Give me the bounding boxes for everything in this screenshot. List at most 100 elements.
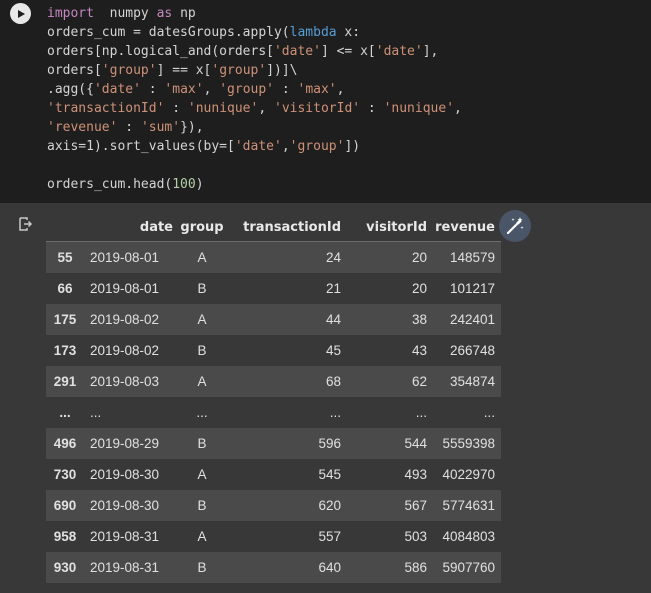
code-line: 'transactionId' : 'nunique', 'visitorId'…: [47, 99, 462, 118]
table-cell-tx: 545: [318, 467, 341, 482]
code-token: 'group': [219, 82, 275, 97]
column-header-date: date: [84, 213, 177, 242]
code-token: ])]\: [266, 63, 298, 78]
code-token: x:: [336, 25, 361, 40]
code-token: ,: [336, 82, 345, 97]
table-cell-group: B: [197, 560, 207, 575]
code-token: 'max': [297, 82, 337, 97]
code-token: 'visitorId': [274, 101, 361, 116]
table-cell-group: A: [197, 250, 207, 265]
column-header-transactionid: transactionId: [227, 213, 343, 242]
table-row: 66 2019-08-01 B 21 20 101217: [46, 273, 501, 304]
table-cell-tx: 44: [325, 312, 341, 327]
code-token: as: [156, 6, 173, 21]
code-token: 'revenue': [47, 120, 118, 135]
code-token: :: [360, 101, 384, 116]
code-token: ,: [281, 139, 290, 154]
table-cell-rev: 5559398: [442, 436, 495, 451]
code-token: 'group': [211, 63, 267, 78]
table-cell-tx: 557: [318, 529, 341, 544]
code-token: ): [195, 177, 204, 192]
code-token: lambda: [289, 25, 337, 40]
table-cell-rev: 5774631: [442, 498, 495, 513]
table-row: ..................: [46, 397, 501, 428]
table-cell-tx: ...: [329, 405, 341, 420]
table-cell-tx: 45: [325, 343, 341, 358]
play-icon: [17, 9, 25, 18]
code-token: ,: [258, 101, 274, 116]
run-cell-button[interactable]: [10, 3, 31, 24]
code-line: orders['group'] == x['group'])]\: [47, 61, 462, 80]
table-cell-group: ...: [196, 405, 208, 420]
code-token: .agg({: [47, 82, 94, 97]
table-cell-vis: 43: [411, 343, 427, 358]
table-cell-rev: 354874: [449, 374, 495, 389]
table-cell-date: 2019-08-02: [90, 312, 160, 327]
table-header-row: date group transactionId visitorId reven…: [46, 213, 501, 242]
magic-wand-button[interactable]: [499, 210, 531, 242]
dataframe-table: date group transactionId visitorId reven…: [46, 213, 501, 583]
code-token: 'date': [93, 82, 141, 97]
table-cell-group: A: [197, 467, 207, 482]
code-editor[interactable]: import numpy as np orders_cum = datesGrou…: [47, 4, 462, 194]
code-token: :: [274, 82, 298, 97]
code-cell[interactable]: import numpy as np orders_cum = datesGrou…: [0, 0, 651, 203]
table-cell-vis: 62: [411, 374, 427, 389]
code-token: orders_cum = datesGroups.apply(: [47, 25, 290, 40]
table-row: 291 2019-08-03 A 68 62 354874: [46, 366, 501, 397]
table-cell-group: A: [197, 529, 207, 544]
row-index: 291: [53, 374, 77, 389]
row-index: 55: [57, 250, 73, 265]
code-token: :: [117, 120, 141, 135]
code-token: :: [164, 101, 188, 116]
code-token: ,: [454, 101, 462, 116]
table-cell-vis: 20: [411, 250, 427, 265]
table-cell-vis: 493: [404, 467, 427, 482]
code-token: ]): [344, 139, 361, 154]
table-row: 690 2019-08-30 B 620 567 5774631: [46, 490, 501, 521]
table-cell-date: ...: [90, 405, 102, 420]
table-cell-date: 2019-08-03: [90, 374, 160, 389]
row-index: 958: [53, 529, 77, 544]
table-cell-tx: 24: [325, 250, 341, 265]
table-cell-group: B: [197, 343, 207, 358]
table-cell-group: A: [197, 374, 207, 389]
table-cell-group: A: [197, 312, 207, 327]
table-cell-date: 2019-08-01: [90, 250, 160, 265]
table-cell-tx: 596: [318, 436, 341, 451]
code-token: ,: [203, 82, 220, 97]
code-token: ] == x[: [156, 63, 212, 78]
table-cell-date: 2019-08-31: [90, 529, 160, 544]
table-cell-tx: 21: [325, 281, 341, 296]
table-cell-tx: 68: [325, 374, 341, 389]
row-index: 730: [53, 467, 77, 482]
table-cell-vis: ...: [415, 405, 427, 420]
code-token: 'date': [375, 44, 423, 59]
table-cell-date: 2019-08-30: [90, 498, 160, 513]
table-row: 730 2019-08-30 A 545 493 4022970: [46, 459, 501, 490]
code-token: orders[: [47, 63, 102, 78]
row-index: 930: [53, 560, 77, 575]
row-index: 496: [53, 436, 77, 451]
code-token: numpy: [93, 6, 157, 21]
code-token: 'date': [273, 44, 321, 59]
table-cell-group: B: [197, 281, 207, 296]
table-cell-vis: 38: [411, 312, 427, 327]
code-token: 100: [172, 177, 196, 192]
index-header: [46, 213, 84, 242]
column-header-group: group: [177, 213, 227, 242]
code-token: }),: [180, 120, 204, 135]
output-arrow-icon[interactable]: [17, 216, 33, 232]
code-line: orders[np.logical_and(orders['date'] <= …: [47, 42, 462, 61]
table-row: 958 2019-08-31 A 557 503 4084803: [46, 521, 501, 552]
code-token: 'sum': [140, 120, 181, 135]
table-cell-rev: 101217: [449, 281, 495, 296]
code-token: ] <= x[: [320, 44, 376, 59]
table-cell-rev: 148579: [449, 250, 495, 265]
code-token: ],: [422, 44, 439, 59]
table-cell-vis: 567: [404, 498, 427, 513]
row-index: 690: [53, 498, 77, 513]
table-cell-vis: 544: [404, 436, 427, 451]
code-token: 'date': [234, 139, 282, 154]
code-token: 'group': [101, 63, 157, 78]
